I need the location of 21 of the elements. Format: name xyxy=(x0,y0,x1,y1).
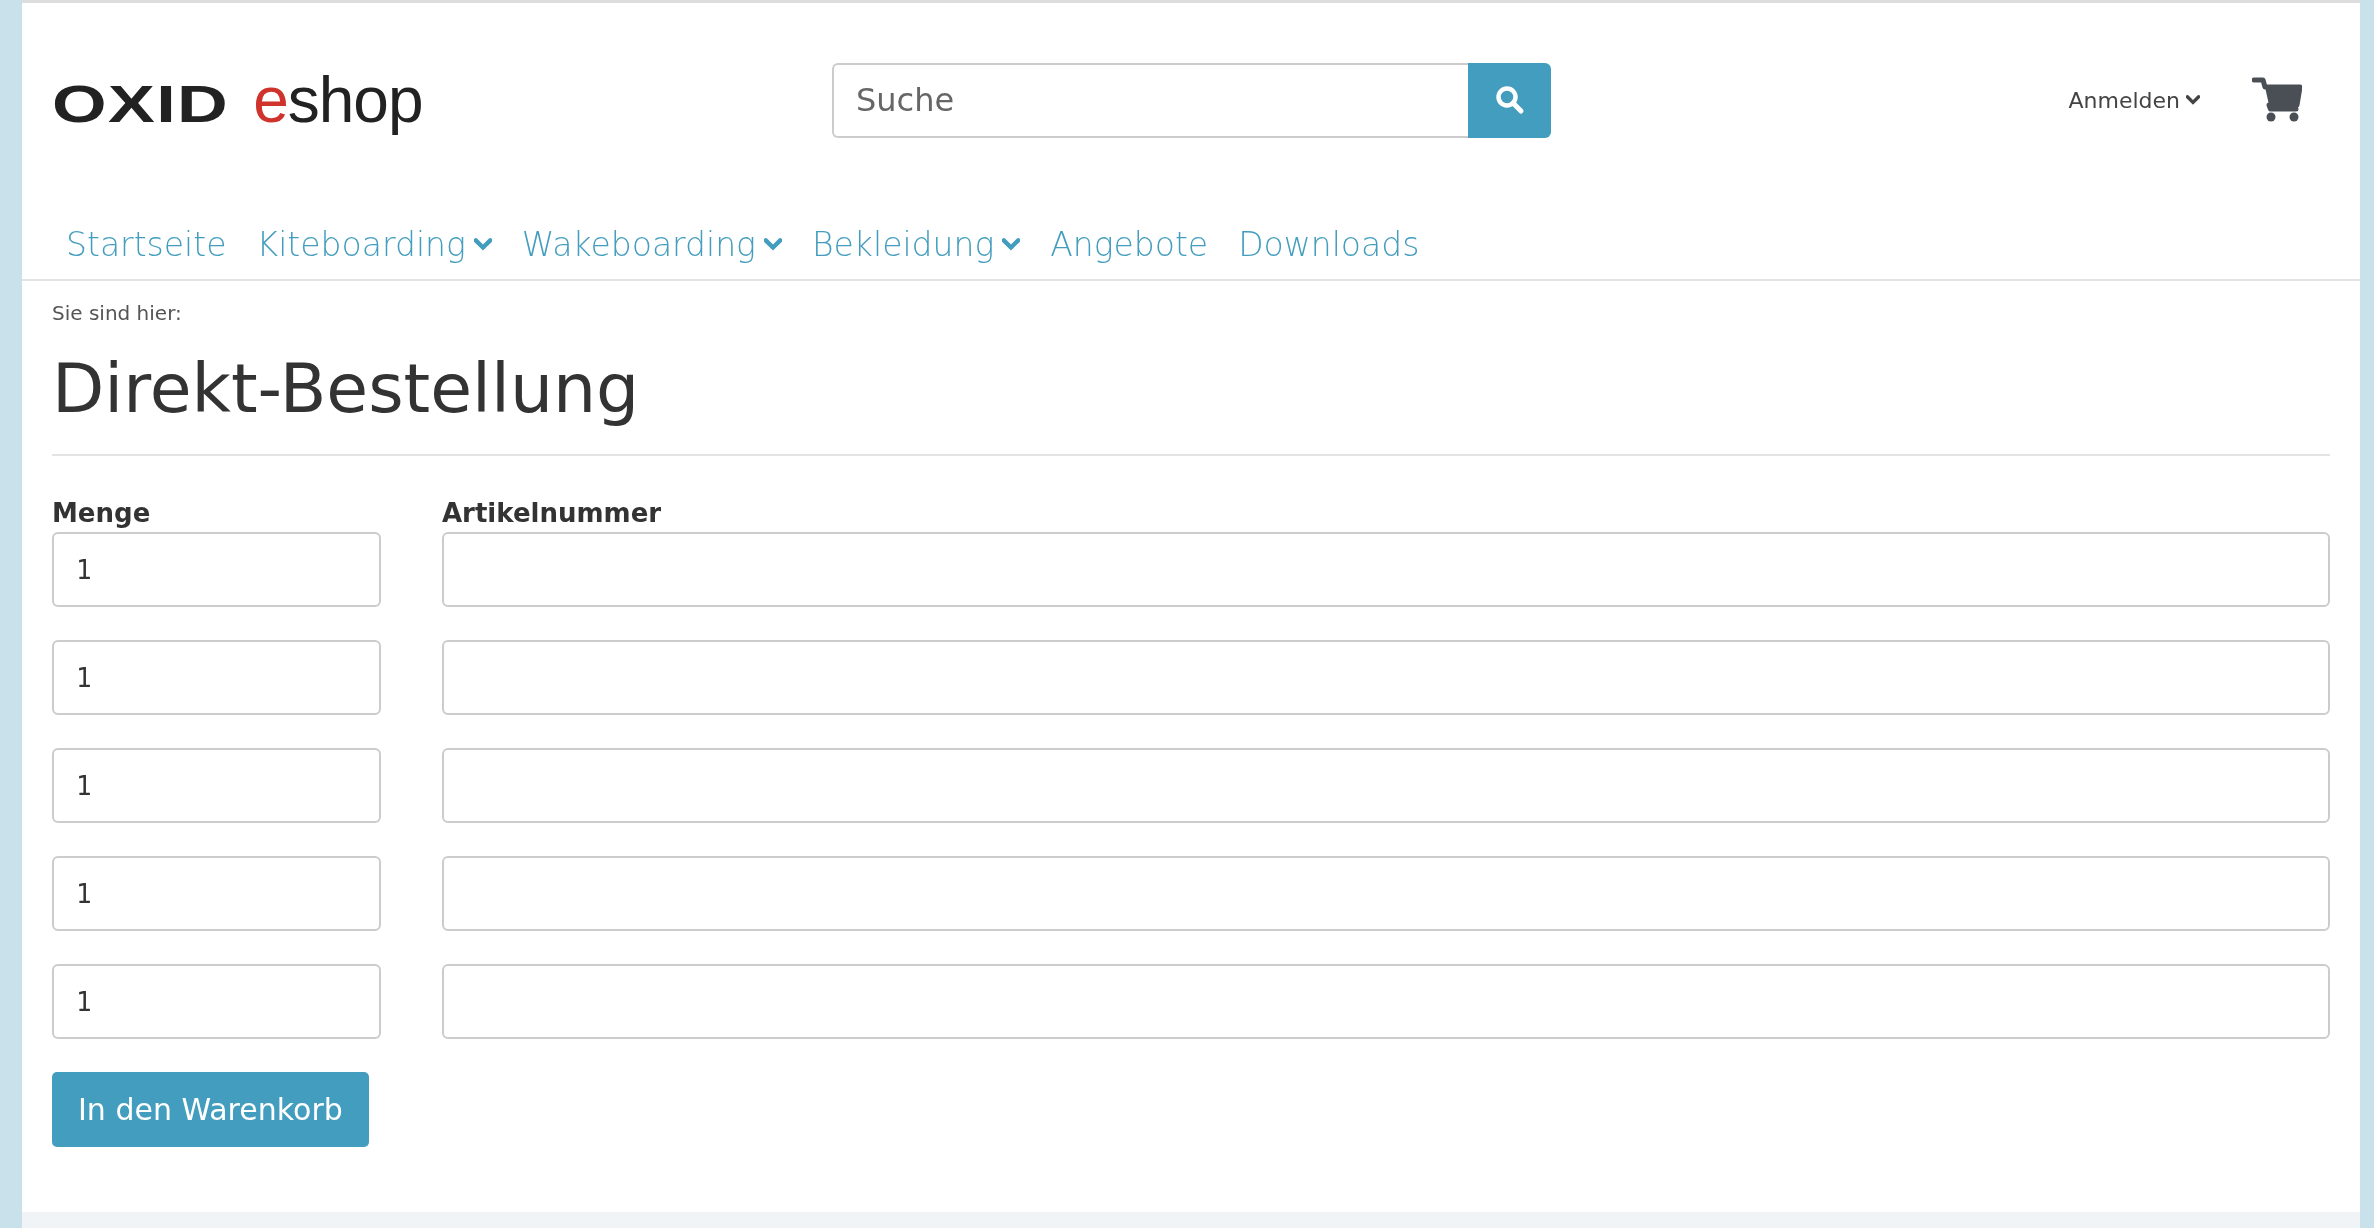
cart-icon xyxy=(2252,77,2302,123)
article-number-field[interactable] xyxy=(442,748,2330,823)
cart-button[interactable] xyxy=(2252,77,2302,123)
quantity-field[interactable]: 1 xyxy=(52,964,381,1039)
search-field[interactable]: Suche xyxy=(832,62,1468,138)
field-label: Artikelnummer xyxy=(442,498,663,528)
quantity-field[interactable]: 1 xyxy=(52,748,381,823)
article-number-field[interactable] xyxy=(442,856,2330,931)
field-label: Menge xyxy=(52,498,152,528)
page-title: Direkt-Bestellung xyxy=(52,349,641,428)
quantity-field[interactable]: 1 xyxy=(52,532,381,607)
article-number-field[interactable] xyxy=(442,964,2330,1039)
logo[interactable]: OXID eshop xyxy=(52,63,572,137)
quantity-field[interactable]: 1 xyxy=(52,640,381,715)
login-dropdown[interactable]: Anmelden xyxy=(2068,87,2200,113)
search-icon xyxy=(1494,85,1525,115)
article-number-field[interactable] xyxy=(442,532,2330,607)
search-button[interactable] xyxy=(1468,62,1551,138)
article-number-field[interactable] xyxy=(442,640,2330,715)
quantity-field[interactable]: 1 xyxy=(52,856,381,931)
breadcrumb-label: Sie sind hier: xyxy=(52,301,183,325)
